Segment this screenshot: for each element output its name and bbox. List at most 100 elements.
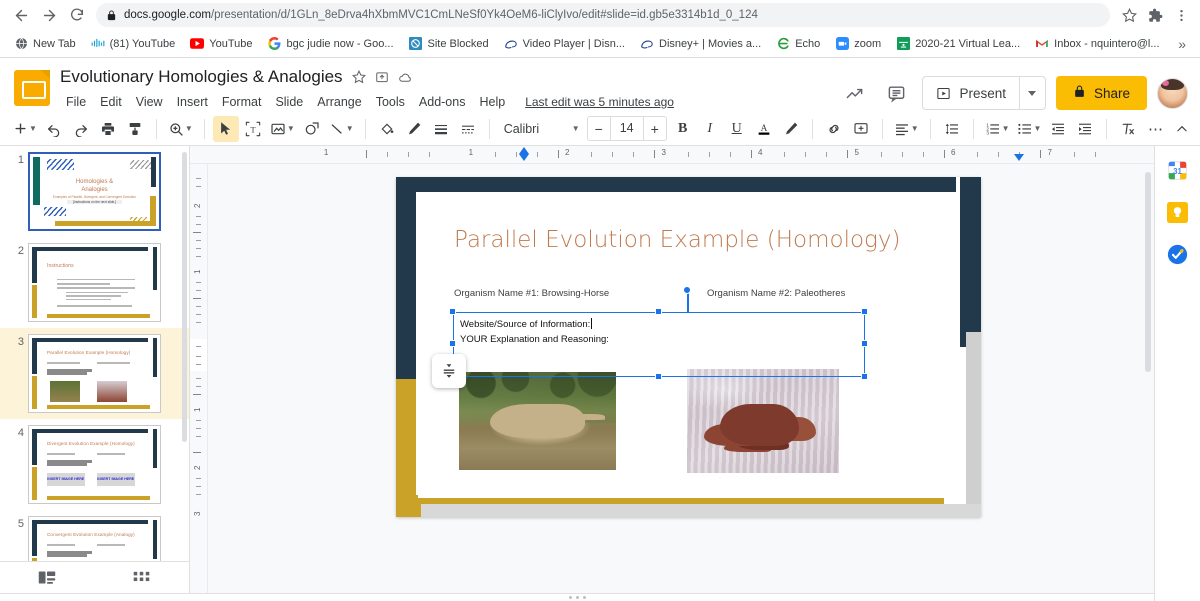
vertical-ruler[interactable]: 2 1 1 2 3 — [190, 164, 208, 593]
bookmark-star-icon[interactable] — [1118, 4, 1140, 26]
grid-view-icon[interactable] — [127, 566, 157, 590]
menu-insert[interactable]: Insert — [171, 93, 214, 111]
underline-button[interactable]: U — [724, 116, 750, 142]
fill-color-icon[interactable] — [374, 116, 400, 142]
paint-format-icon[interactable] — [122, 116, 148, 142]
slide-thumbnail[interactable]: Instructions — [28, 243, 161, 322]
bookmarks-overflow-icon[interactable]: » — [1172, 36, 1192, 52]
slide-thumbnail[interactable]: Homologies & Analogies Examples of Parall… — [28, 152, 161, 231]
menu-tools[interactable]: Tools — [370, 93, 411, 111]
font-size-increase-button[interactable]: + — [644, 117, 666, 140]
resize-handle-middle-left[interactable] — [449, 340, 456, 347]
cloud-status-icon[interactable] — [398, 70, 413, 85]
menu-slide[interactable]: Slide — [269, 93, 309, 111]
bookmark-youtube[interactable]: YouTube — [184, 34, 258, 54]
bookmark-zoom[interactable]: zoom — [829, 34, 887, 54]
chevron-down-icon[interactable]: ▼ — [911, 124, 919, 133]
chevron-down-icon[interactable]: ▼ — [29, 124, 37, 133]
font-family-select[interactable]: Calibri ▼ — [498, 116, 584, 142]
increase-indent-icon[interactable] — [1072, 116, 1098, 142]
menu-format[interactable]: Format — [216, 93, 268, 111]
filmstrip-slide-3[interactable]: 3 Parallel Evolution Example (Homology) — [0, 328, 189, 419]
slide-thumbnail[interactable]: Divergent Evolution Example (Homology) I… — [28, 425, 161, 504]
activity-dashboard-icon[interactable] — [838, 77, 870, 109]
font-size-input[interactable]: 14 — [609, 117, 644, 140]
menu-view[interactable]: View — [130, 93, 169, 111]
move-to-folder-icon[interactable] — [375, 70, 389, 84]
chrome-menu-icon[interactable] — [1170, 4, 1192, 26]
bold-button[interactable]: B — [670, 116, 696, 142]
resize-handle-top-center[interactable] — [655, 308, 662, 315]
clear-formatting-icon[interactable] — [1115, 116, 1141, 142]
bulleted-list-icon[interactable]: ▼ — [1014, 116, 1045, 142]
line-spacing-adjust-icon[interactable] — [432, 354, 466, 388]
share-button[interactable]: Share — [1055, 76, 1147, 110]
chevron-down-icon[interactable]: ▼ — [185, 124, 193, 133]
right-indent-marker[interactable] — [1013, 154, 1024, 161]
numbered-list-icon[interactable]: 123 ▼ — [982, 116, 1013, 142]
comment-history-icon[interactable] — [880, 77, 912, 109]
select-cursor-icon[interactable] — [212, 115, 239, 142]
google-calendar-icon[interactable]: 31 — [1166, 158, 1190, 182]
forward-icon[interactable] — [36, 2, 62, 28]
left-indent-marker[interactable] — [519, 154, 530, 161]
shape-icon[interactable] — [299, 116, 325, 142]
rotation-handle[interactable] — [683, 286, 691, 294]
star-icon[interactable] — [351, 70, 366, 84]
horizontal-ruler[interactable]: 1 1 2 3 4 5 6 7 — [190, 146, 1154, 164]
resize-handle-bottom-right[interactable] — [861, 373, 868, 380]
chevron-down-icon[interactable]: ▼ — [1002, 124, 1010, 133]
border-dash-icon[interactable] — [455, 116, 481, 142]
highlight-icon[interactable] — [778, 116, 804, 142]
google-slides-logo[interactable] — [14, 70, 50, 106]
page-title[interactable]: Evolutionary Homologies & Analogies — [60, 67, 343, 87]
menu-add-ons[interactable]: Add-ons — [413, 93, 472, 111]
zoom-icon[interactable]: ▼ — [165, 116, 196, 142]
slide-thumbnail[interactable]: Convergent Evolution Example (Analogy) — [28, 516, 161, 561]
selected-textbox-frame[interactable]: Website/Source of Information: YOUR Expl… — [453, 312, 865, 377]
filmstrip-slide-5[interactable]: 5 Convergent Evolution Example (Analogy) — [0, 510, 189, 561]
collapse-toolbar-icon[interactable] — [1169, 116, 1195, 142]
line-spacing-icon[interactable] — [939, 116, 965, 142]
present-button[interactable]: Present — [923, 77, 1019, 109]
address-bar[interactable]: docs.google.com/presentation/d/1GLn_8eDr… — [96, 3, 1110, 27]
avatar[interactable] — [1157, 77, 1188, 109]
new-slide-button[interactable]: ▼ — [10, 116, 40, 142]
google-keep-icon[interactable] — [1166, 200, 1190, 224]
last-edit-link[interactable]: Last edit was 5 minutes ago — [525, 95, 674, 109]
resize-handle-middle-right[interactable] — [861, 340, 868, 347]
bookmark-disney-plus[interactable]: Disney+ | Movies a... — [634, 34, 767, 54]
slide-thumbnail[interactable]: Parallel Evolution Example (Homology) — [28, 334, 161, 413]
slide-stage[interactable]: Parallel Evolution Example (Homology) Or… — [208, 164, 1154, 593]
italic-button[interactable]: I — [697, 116, 723, 142]
speaker-notes-panel[interactable]: Click to add speaker notes — [0, 593, 1154, 601]
bookmark-youtube-81[interactable]: (81) YouTube — [85, 34, 182, 54]
bookmark-video-player-disney[interactable]: Video Player | Disn... — [498, 34, 631, 54]
bookmark-echo[interactable]: Echo — [770, 34, 826, 54]
insert-image-icon[interactable]: ▼ — [267, 116, 298, 142]
resize-handle-top-right[interactable] — [861, 308, 868, 315]
decrease-indent-icon[interactable] — [1045, 116, 1071, 142]
slide-canvas[interactable]: Parallel Evolution Example (Homology) Or… — [396, 177, 981, 517]
present-dropdown-icon[interactable] — [1018, 77, 1045, 109]
filmstrip-view-icon[interactable] — [32, 566, 62, 590]
notes-resize-grip[interactable] — [0, 596, 1154, 599]
print-icon[interactable] — [95, 116, 121, 142]
reload-icon[interactable] — [64, 2, 90, 28]
canvas-scrollbar[interactable] — [1145, 172, 1151, 372]
filmstrip-scrollbar[interactable] — [182, 152, 187, 442]
chevron-down-icon[interactable]: ▼ — [572, 124, 580, 133]
organism-1-label[interactable]: Organism Name #1: Browsing-Horse — [454, 288, 609, 299]
border-weight-icon[interactable] — [428, 116, 454, 142]
add-comment-icon[interactable] — [848, 116, 874, 142]
border-color-icon[interactable] — [401, 116, 427, 142]
chevron-down-icon[interactable]: ▼ — [1034, 124, 1042, 133]
bookmark-virtual-learning[interactable]: 2020-21 Virtual Lea... — [890, 34, 1026, 54]
more-options-button[interactable]: ⋯ — [1142, 116, 1168, 142]
chevron-down-icon[interactable]: ▼ — [346, 124, 354, 133]
line-icon[interactable]: ▼ — [326, 116, 357, 142]
align-icon[interactable]: ▼ — [891, 116, 922, 142]
extensions-icon[interactable] — [1144, 4, 1166, 26]
chevron-down-icon[interactable]: ▼ — [287, 124, 295, 133]
font-size-decrease-button[interactable]: − — [588, 117, 610, 140]
